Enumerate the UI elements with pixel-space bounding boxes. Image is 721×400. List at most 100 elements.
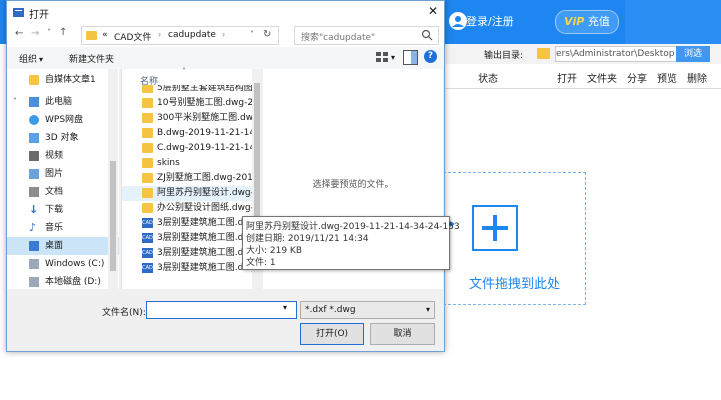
browse-button[interactable]: 浏选 — [676, 46, 710, 62]
column-share: 分享 — [627, 74, 647, 85]
folder-icon — [142, 173, 153, 183]
column-delete: 删除 — [687, 74, 707, 85]
cad-file-icon: CAD — [142, 233, 153, 243]
folder-icon — [86, 31, 97, 40]
cancel-button[interactable]: 取消 — [370, 323, 435, 345]
drive-icon — [29, 277, 39, 287]
list-item[interactable]: 办公别墅设计图纸.dwg-2019 — [122, 201, 262, 216]
chevron-down-icon[interactable]: ▾ — [283, 303, 287, 312]
open-file-dialog: 打开 ✕ ← → ˅ ↑ « CAD文件 › cadupdate › ˅ ↻ 搜… — [6, 0, 445, 352]
column-preview: 预览 — [657, 74, 677, 85]
filename-input[interactable] — [146, 301, 297, 319]
file-tooltip: 阿里苏丹别墅设计.dwg-2019-11-21-14-34-24-153 创建日… — [242, 216, 460, 270]
close-icon[interactable]: ✕ — [426, 4, 440, 18]
column-status: 状态 — [478, 74, 498, 85]
breadcrumb[interactable]: « CAD文件 › cadupdate › ˅ ↻ — [81, 26, 279, 45]
help-icon[interactable]: ? — [424, 50, 437, 63]
navigation-pane: 自媒体文章1 ˅ 此电脑 WPS网盘 3D 对象 视频 图片 文档 ↓ 下载 ♪ 音… — [7, 69, 119, 289]
drive-icon — [29, 259, 39, 269]
user-icon — [448, 11, 468, 31]
list-item[interactable]: CAD 3层别墅建筑施工图.dwg — [122, 261, 262, 276]
file-table-header: 状态 打开 文件夹 分享 预览 删除 — [440, 64, 721, 89]
address-bar-row: ← → ˅ ↑ « CAD文件 › cadupdate › ˅ ↻ 搜索"cad… — [7, 23, 444, 47]
view-options-icon[interactable] — [375, 50, 389, 64]
folder-icon — [142, 158, 153, 168]
nav-item-drive-c[interactable]: Windows (C:) — [7, 255, 119, 273]
nav-item-this-pc[interactable]: ˅ 此电脑 — [7, 93, 119, 111]
output-dir-label: 输出目录: — [484, 51, 524, 61]
organize-button[interactable]: 组织 ▾ — [19, 52, 43, 65]
folder-icon — [142, 143, 153, 153]
vip-recharge-button[interactable]: ViP 充值 — [555, 10, 619, 34]
login-button[interactable]: 登录/注册 — [466, 11, 526, 33]
chevron-down-icon[interactable]: ˅ — [13, 93, 17, 111]
folder-icon — [29, 75, 39, 85]
preview-message: 选择要预览的文件。 — [312, 180, 394, 190]
chevron-down-icon[interactable]: ▾ — [391, 53, 395, 62]
nav-item-desktop[interactable]: 桌面 — [7, 237, 119, 255]
nav-item-music[interactable]: ♪ 音乐 — [7, 219, 119, 237]
breadcrumb-item-cadupdate[interactable]: cadupdate — [168, 30, 216, 40]
chevron-right-icon: › — [158, 30, 162, 39]
document-icon — [29, 187, 39, 197]
drop-text: 文件拖拽到此处 — [468, 277, 560, 292]
open-button[interactable]: 打开(O) — [300, 323, 364, 345]
folder-icon[interactable] — [537, 48, 550, 59]
up-arrow-icon[interactable]: ↑ — [59, 27, 67, 38]
download-icon: ↓ — [29, 203, 39, 216]
folder-icon — [142, 98, 153, 108]
list-item[interactable]: 300平米别墅施工图.dw — [122, 111, 262, 126]
nav-item-wps-cloud[interactable]: WPS网盘 — [7, 111, 119, 129]
forward-arrow-icon[interactable]: → — [31, 28, 39, 39]
column-folder: 文件夹 — [587, 74, 617, 85]
nav-item-pictures[interactable]: 图片 — [7, 165, 119, 183]
cad-file-icon: CAD — [142, 248, 153, 258]
nav-item-3d-objects[interactable]: 3D 对象 — [7, 129, 119, 147]
list-item-hovered[interactable]: 阿里苏丹别墅设计.dwg-2019 — [122, 186, 262, 201]
list-item[interactable]: CAD 3层别墅建筑施工图.dwg-2 — [122, 246, 262, 261]
nav-item-videos[interactable]: 视频 — [7, 147, 119, 165]
chevron-down-icon: ▾ — [39, 55, 44, 64]
filetype-select[interactable]: *.dxf *.dwg ▾ — [300, 301, 435, 319]
sort-arrow-icon: ˄ — [182, 67, 186, 76]
search-icon[interactable] — [421, 29, 433, 41]
refresh-icon[interactable]: ↻ — [263, 29, 271, 40]
vip-badge: ViP — [564, 15, 585, 28]
filename-label: 文件名(N): — [102, 308, 146, 318]
nav-item-downloads[interactable]: ↓ 下载 — [7, 201, 119, 219]
video-icon — [29, 151, 39, 161]
new-folder-button[interactable]: 新建文件夹 — [69, 52, 114, 65]
breadcrumb-item-cad[interactable]: CAD文件 — [114, 30, 151, 43]
list-item[interactable]: CAD 3层别墅建筑施工图.dwg — [122, 216, 262, 231]
organize-label: 组织 — [19, 55, 38, 65]
window-controls-area — [625, 0, 721, 44]
image-icon — [29, 169, 39, 179]
list-item[interactable]: 10号别墅施工图.dwg-2 — [122, 96, 262, 111]
search-box[interactable]: 搜索"cadupdate" — [294, 26, 439, 45]
output-dir-row: 输出目录: ers\Administrator\Desktop 浏选 — [440, 44, 721, 64]
add-file-icon[interactable] — [472, 205, 518, 251]
list-item[interactable]: C.dwg-2019-11-21-14-34- — [122, 141, 262, 156]
search-input[interactable]: 搜索"cadupdate" — [301, 30, 375, 43]
breadcrumb-prefix[interactable]: « — [102, 30, 108, 40]
cad-file-icon: CAD — [142, 263, 153, 273]
recent-dropdown-icon[interactable]: ˅ — [47, 28, 51, 37]
nav-scrollbar[interactable] — [108, 69, 118, 289]
chevron-down-icon[interactable]: ˅ — [250, 30, 254, 39]
nav-item-folder-1[interactable]: 自媒体文章1 — [7, 71, 119, 89]
preview-pane-icon[interactable] — [403, 50, 418, 65]
back-arrow-icon[interactable]: ← — [15, 28, 23, 39]
list-item[interactable]: skins — [122, 156, 262, 171]
nav-item-documents[interactable]: 文档 — [7, 183, 119, 201]
column-open: 打开 — [557, 74, 577, 85]
vip-label: 充值 — [587, 15, 610, 28]
folder-icon — [142, 188, 153, 198]
output-dir-field[interactable]: ers\Administrator\Desktop — [555, 46, 677, 62]
dialog-footer: 文件名(N): ▾ *.dxf *.dwg ▾ 打开(O) 取消 — [7, 289, 444, 351]
list-item[interactable]: CAD 3层别墅建筑施工图.dwg — [122, 231, 262, 246]
list-item[interactable]: ZJ别墅施工图.dwg-2019- — [122, 171, 262, 186]
list-item[interactable]: 5层别墅主套建筑结构图.dwg — [122, 85, 262, 96]
list-item[interactable]: B.dwg-2019-11-21-14-34- — [122, 126, 262, 141]
pc-icon — [29, 97, 39, 107]
command-bar: 组织 ▾ 新建文件夹 ▾ ? — [7, 47, 444, 69]
